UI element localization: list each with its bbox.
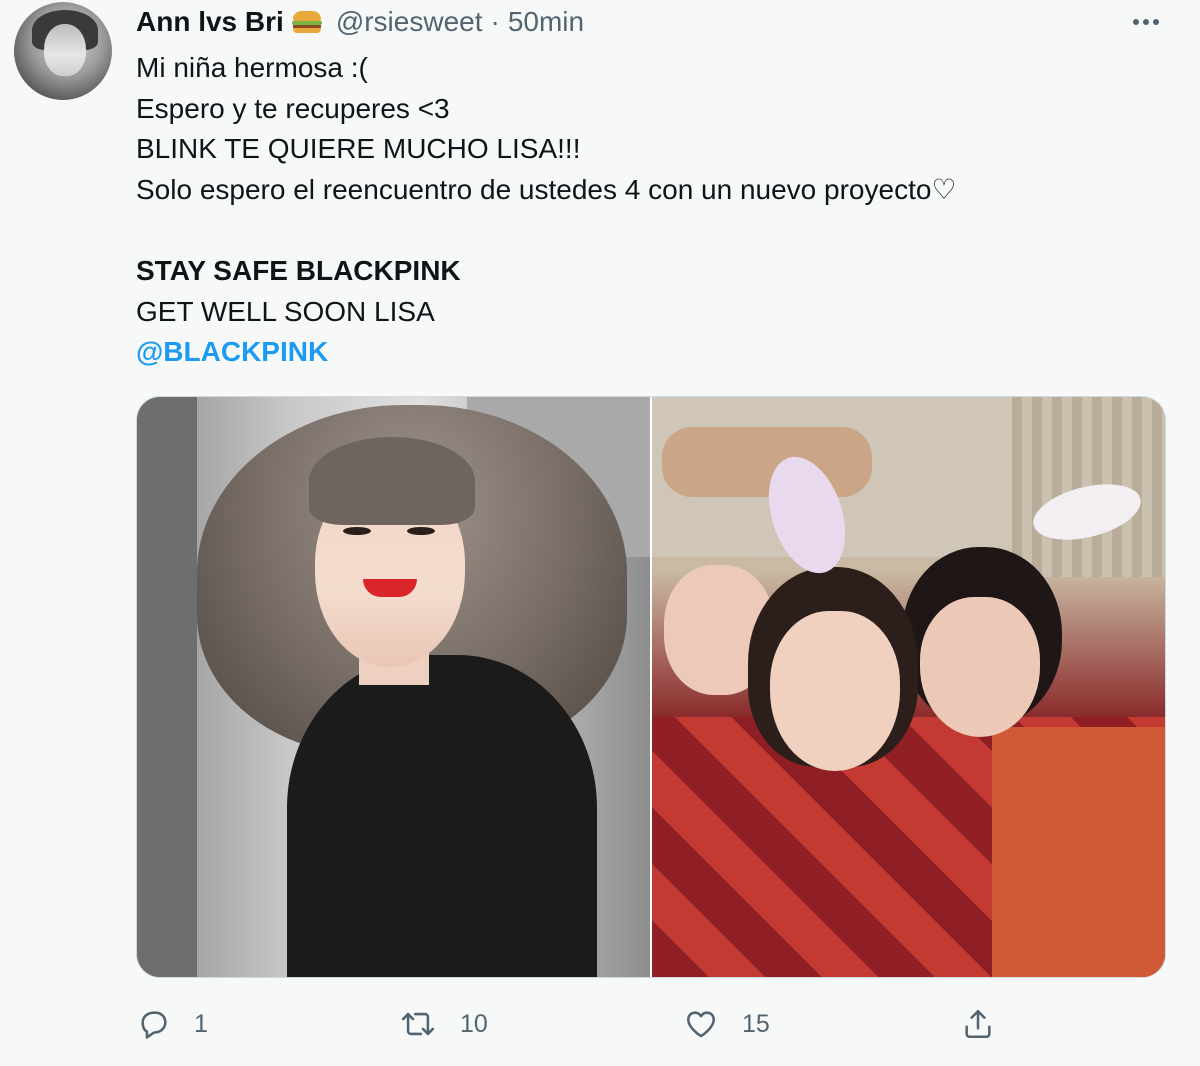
photo-group-bunny-ears[interactable] — [652, 397, 1165, 977]
tweet-text-line: Solo espero el reencuentro de ustedes 4 … — [136, 173, 957, 205]
action-bar: 1 10 15 — [0, 996, 1200, 1052]
share-button[interactable] — [960, 996, 996, 1052]
tweet-text-line: Mi niña hermosa :( — [136, 52, 368, 83]
share-icon — [960, 1007, 996, 1041]
reply-button[interactable]: 1 — [136, 996, 208, 1052]
tweet-header: Ann lvs Bri @rsiesweet · 50min — [136, 4, 584, 40]
heart-icon — [682, 1007, 720, 1041]
photo-woman-smiling[interactable] — [137, 397, 650, 977]
tweet-text-line: GET WELL SOON LISA — [136, 295, 435, 327]
user-handle[interactable]: @rsiesweet — [336, 6, 483, 38]
tweet-card[interactable]: Ann lvs Bri @rsiesweet · 50min Mi niña h… — [0, 0, 1200, 1066]
tweet-text-line: STAY SAFE BLACKPINK — [136, 254, 461, 286]
like-button[interactable]: 15 — [682, 996, 770, 1052]
burger-emoji-icon — [291, 10, 322, 34]
more-options-icon[interactable] — [1128, 10, 1164, 34]
tweet-text-line: Espero y te recuperes <3 — [136, 92, 450, 124]
timestamp[interactable]: 50min — [508, 6, 584, 38]
reply-icon — [136, 1007, 172, 1041]
retweet-button[interactable]: 10 — [398, 996, 488, 1052]
retweet-count: 10 — [460, 1009, 488, 1038]
mention-link[interactable]: @BLACKPINK — [136, 332, 1156, 373]
display-name[interactable]: Ann lvs Bri — [136, 6, 284, 38]
tweet-text-line: BLINK TE QUIERE MUCHO LISA!!! — [136, 133, 581, 165]
retweet-icon — [398, 1007, 438, 1041]
separator-dot: · — [490, 6, 500, 37]
like-count: 15 — [742, 1009, 770, 1038]
avatar-face — [44, 24, 86, 76]
avatar[interactable] — [14, 2, 112, 100]
reply-count: 1 — [194, 1009, 208, 1038]
media-grid — [136, 396, 1166, 978]
tweet-text: Mi niña hermosa :( Espero y te recuperes… — [136, 48, 1156, 373]
